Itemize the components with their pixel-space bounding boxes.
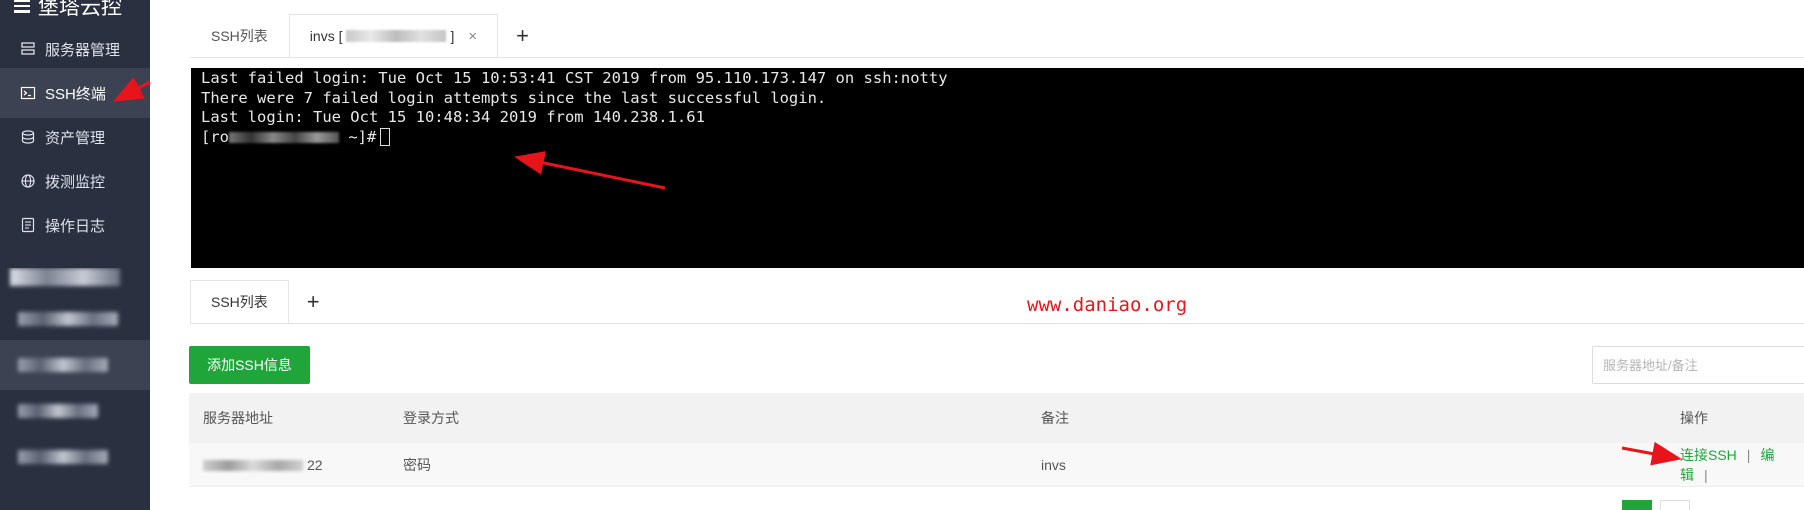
redacted-host [346,30,447,42]
tabs-divider [190,57,1804,58]
header-login-method: 登录方式 [403,410,459,426]
brand-title: 堡塔云控 [38,0,122,19]
terminal-line: There were 7 failed login attempts since… [201,88,827,107]
brand: 堡塔云控 [14,0,122,20]
sidebar-item-blurred[interactable] [0,294,150,344]
search-input[interactable] [1592,346,1804,384]
sidebar-item-label: 拨测监控 [45,173,106,191]
add-tab-button[interactable]: + [498,14,547,58]
terminal-prompt: [ro ~]# [201,127,1794,148]
pagination [1622,500,1690,510]
globe-icon [21,174,35,188]
page-current[interactable] [1622,500,1652,510]
ssh-table: 服务器地址 登录方式 备注 操作 22 密码 invs 连接SSH | 编辑 | [189,393,1804,487]
tab-invs-session[interactable]: invs [ ] × [288,14,499,58]
menu-toggle-icon[interactable] [14,0,30,13]
terminal-tabs: SSH列表 invs [ ] × + [190,14,547,58]
connect-ssh-link[interactable]: 连接SSH [1680,447,1737,463]
cell-address: 22 [203,457,323,473]
tab-label-suffix: ] [450,28,455,44]
sidebar-item-label: SSH终端 [45,85,106,103]
terminal-line: Last failed login: Tue Oct 15 10:53:41 C… [201,69,948,87]
tab-label-prefix: invs [ [309,28,343,44]
tab-label: SSH列表 [211,28,268,44]
tab-ssh-list[interactable]: SSH列表 [190,14,289,58]
sidebar-item-label: 资产管理 [45,129,106,147]
ssh-tabs: SSH列表 + [190,280,338,324]
brand-blurred [10,268,120,286]
add-tab-button[interactable]: + [289,280,338,324]
log-icon [21,217,35,233]
sidebar-item-ssh-terminal[interactable]: SSH终端 [0,68,150,118]
terminal-cursor [380,127,391,146]
database-icon [21,130,35,144]
separator: | [1746,446,1751,463]
sidebar-blurred [0,268,150,510]
table-row: 22 密码 invs 连接SSH | 编辑 | [189,443,1804,487]
header-actions: 操作 [1680,410,1708,426]
cell-note: invs [1041,456,1066,473]
sidebar-item-label: 服务器管理 [45,41,121,59]
add-ssh-button[interactable]: 添加SSH信息 [189,346,310,384]
cell-login-method: 密码 [403,456,431,473]
redacted-hostname [229,131,339,143]
page-next[interactable] [1660,500,1690,510]
cell-actions: 连接SSH | 编辑 | [1680,445,1804,485]
bottom-screenshot: SSH列表 + www.daniao.org 添加SSH信息 服务器地址 登录方… [0,268,1804,510]
prompt-suffix: ~]# [339,127,377,146]
server-icon [21,42,35,55]
sidebar-item-asset-management[interactable]: 资产管理 [0,112,150,162]
header-address: 服务器地址 [203,410,273,426]
tabs-divider [190,323,1804,324]
sidebar-item-server-management[interactable]: 服务器管理 [0,24,150,74]
top-screenshot: 堡塔云控 服务器管理 SSH终端 资产管理 拨测监控 操作日志 SSH列表 in… [0,0,1804,268]
tab-label: SSH列表 [211,294,268,310]
terminal-line: Last login: Tue Oct 15 10:48:34 2019 fro… [201,108,705,126]
ssh-terminal[interactable]: Last failed login: Tue Oct 15 10:53:41 C… [191,68,1804,268]
table-header: 服务器地址 登录方式 备注 操作 [189,393,1804,443]
sidebar-item-probe-monitor[interactable]: 拨测监控 [0,156,150,206]
sidebar: 堡塔云控 服务器管理 SSH终端 资产管理 拨测监控 操作日志 [0,0,150,268]
tab-ssh-list[interactable]: SSH列表 [190,280,289,324]
sidebar-item-blurred[interactable] [0,386,150,436]
redacted-address [203,460,303,472]
header-note: 备注 [1041,410,1069,426]
sidebar-item-blurred-active[interactable] [0,340,150,390]
watermark: www.daniao.org [1027,294,1188,316]
terminal-icon [20,86,36,100]
cell-port: 22 [307,456,323,473]
close-icon[interactable]: × [468,28,477,45]
separator: | [1704,466,1708,483]
sidebar-item-label: 操作日志 [45,217,106,235]
sidebar-item-blurred[interactable] [0,432,150,482]
prompt-prefix: [ro [201,127,229,146]
sidebar-item-operation-log[interactable]: 操作日志 [0,200,150,250]
